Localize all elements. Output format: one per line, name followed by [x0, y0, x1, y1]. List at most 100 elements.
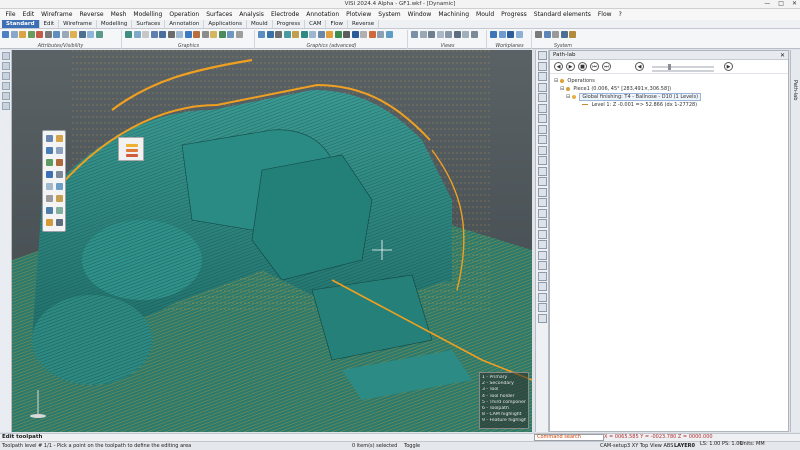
tab-cam[interactable]: CAM — [305, 20, 327, 28]
layer-widget[interactable] — [118, 137, 144, 161]
filter-icon[interactable] — [537, 187, 547, 197]
tab-reverse[interactable]: Reverse — [348, 20, 380, 28]
layer-icon[interactable] — [10, 31, 18, 38]
workplane-edit-icon[interactable] — [507, 31, 514, 38]
first-button[interactable]: ⏮ — [590, 62, 599, 71]
menu-edit[interactable]: Edit — [19, 11, 38, 18]
filter-icon[interactable] — [61, 31, 69, 38]
view-iso-icon[interactable] — [462, 31, 469, 38]
line-icon[interactable] — [537, 177, 547, 186]
maximize-button[interactable]: □ — [778, 0, 784, 7]
tab-wireframe[interactable]: Wireframe — [59, 20, 97, 28]
curve-icon[interactable] — [56, 171, 63, 178]
reverse-icon[interactable] — [537, 124, 547, 134]
copy-icon[interactable] — [537, 82, 547, 92]
zoom-icon[interactable] — [537, 292, 547, 302]
link-icon[interactable] — [537, 135, 547, 144]
menu-machining[interactable]: Machining — [435, 11, 473, 18]
redo-icon[interactable] — [537, 282, 547, 291]
section-icon[interactable] — [193, 31, 200, 38]
view-bottom-icon[interactable] — [453, 31, 461, 38]
workplane-list-icon[interactable] — [515, 31, 523, 38]
simulate-icon[interactable] — [537, 208, 547, 218]
view-left-icon[interactable] — [428, 31, 435, 38]
feed-icon[interactable] — [537, 240, 547, 249]
body-icon[interactable] — [46, 159, 53, 166]
clear-icon[interactable] — [56, 219, 63, 226]
command-search-input[interactable]: Command search — [534, 434, 604, 441]
window-select-icon[interactable] — [56, 135, 63, 142]
highlight-icon[interactable] — [70, 31, 77, 38]
plunge-icon[interactable] — [537, 156, 547, 165]
grid-icon[interactable] — [227, 31, 234, 38]
layer-icon[interactable] — [1, 72, 10, 80]
tab-surfaces[interactable]: Surfaces — [132, 20, 166, 28]
toggle-button[interactable]: Toggle — [404, 442, 420, 450]
workplane-new-icon[interactable] — [498, 31, 506, 38]
menu-modelling[interactable]: Modelling — [130, 11, 166, 18]
material-icon[interactable] — [377, 31, 384, 38]
slider-knob[interactable] — [668, 64, 671, 70]
rapid-icon[interactable] — [537, 229, 547, 239]
edges-icon[interactable] — [309, 31, 316, 38]
iso-icon[interactable] — [292, 31, 299, 38]
side-tab-path-lab[interactable]: Path-lab — [792, 80, 798, 100]
swap-icon[interactable] — [44, 31, 52, 38]
export-icon[interactable] — [537, 261, 547, 270]
menu-reverse[interactable]: Reverse — [76, 11, 107, 18]
menu-electrode[interactable]: Electrode — [267, 11, 302, 18]
move-icon[interactable] — [537, 72, 547, 81]
collapse-icon[interactable]: ⊟ — [554, 78, 558, 84]
earth-icon[interactable] — [351, 31, 359, 38]
tree-node-level[interactable]: Level 1: Z -0.001 => 52.866 (dx 1-27728) — [550, 101, 788, 109]
options-icon[interactable] — [537, 303, 547, 312]
help-icon[interactable] — [537, 313, 547, 323]
tab-edit[interactable]: Edit — [40, 20, 60, 28]
redraw-icon[interactable] — [201, 31, 209, 38]
view-top-icon[interactable] — [445, 31, 452, 38]
menu-standard-elements[interactable]: Standard elements — [530, 11, 594, 18]
color-icon[interactable] — [2, 31, 9, 38]
shaded-icon[interactable] — [125, 31, 132, 38]
prev-button[interactable]: ◀ — [635, 62, 644, 71]
light-icon[interactable] — [210, 31, 217, 38]
hide-icon[interactable] — [36, 31, 43, 38]
tree-node-operations[interactable]: ⊟ Operations — [550, 77, 788, 85]
filter-icon[interactable] — [1, 62, 10, 70]
transparency-icon[interactable] — [235, 31, 243, 38]
rotate-icon[interactable] — [167, 31, 175, 38]
render-icon[interactable] — [368, 31, 376, 38]
tree-node-piece[interactable]: ⊟ Piece1 (0.006, 45° [283,491×,306.58]) — [550, 85, 788, 93]
cut-icon[interactable] — [537, 219, 547, 228]
tab-annotation[interactable]: Annotation — [165, 20, 205, 28]
lift-icon[interactable] — [537, 145, 547, 155]
chain-icon[interactable] — [46, 147, 53, 154]
curvature-icon[interactable] — [326, 31, 333, 38]
hidden-line-icon[interactable] — [142, 31, 149, 38]
blank-icon[interactable] — [53, 31, 60, 38]
view-front-icon[interactable] — [411, 31, 418, 38]
config-icon[interactable] — [543, 31, 551, 38]
settings-icon[interactable] — [535, 31, 542, 38]
stop-button[interactable]: ■ — [578, 62, 587, 71]
license-icon[interactable] — [569, 31, 576, 38]
trim-icon[interactable] — [537, 61, 547, 71]
tab-applications[interactable]: Applications — [204, 20, 248, 28]
arc-icon[interactable] — [537, 166, 547, 176]
tab-modelling[interactable]: Modelling — [97, 20, 133, 28]
pan-icon[interactable] — [159, 31, 166, 38]
menu-file[interactable]: File — [2, 11, 19, 18]
visibility-icon[interactable] — [87, 31, 94, 38]
cube-front-icon[interactable] — [266, 31, 274, 38]
all-icon[interactable] — [46, 195, 53, 202]
menu-wireframe[interactable]: Wireframe — [38, 11, 76, 18]
close-button[interactable]: ✕ — [792, 0, 797, 7]
smooth-icon[interactable] — [537, 198, 547, 207]
group-icon[interactable] — [95, 31, 103, 38]
axis-icon[interactable] — [56, 183, 63, 190]
menu-mesh[interactable]: Mesh — [107, 11, 130, 18]
cube-top-icon[interactable] — [275, 31, 282, 38]
collapse-icon[interactable]: ⊟ — [566, 94, 570, 100]
undo-icon[interactable] — [537, 271, 547, 281]
zoom-icon[interactable] — [150, 31, 158, 38]
